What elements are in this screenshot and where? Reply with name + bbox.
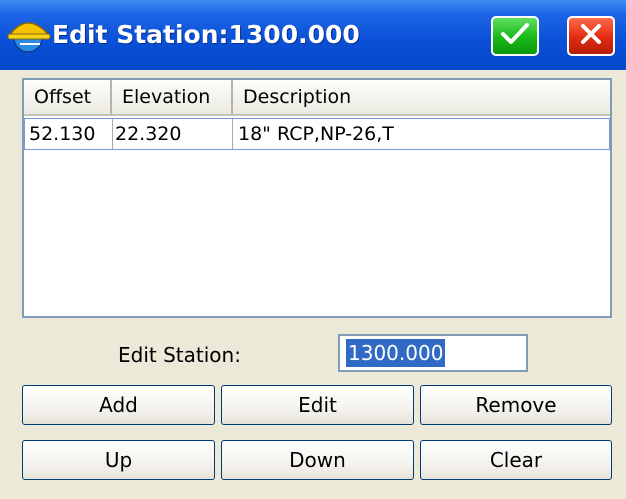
cell-divider bbox=[112, 119, 113, 149]
edit-station-input[interactable]: 1300.000 bbox=[338, 334, 528, 372]
add-button[interactable]: Add bbox=[22, 385, 215, 425]
close-button[interactable] bbox=[567, 16, 615, 56]
down-button[interactable]: Down bbox=[221, 440, 414, 480]
check-icon bbox=[500, 21, 530, 51]
cell-divider bbox=[232, 119, 233, 149]
table-row[interactable]: 52.130 22.320 18" RCP,NP-26,T bbox=[24, 118, 610, 150]
title-bar: Edit Station:1300.000 bbox=[0, 0, 626, 70]
edit-station-label: Edit Station: bbox=[118, 343, 241, 367]
column-header-offset[interactable]: Offset bbox=[24, 80, 112, 114]
station-list[interactable]: Offset Elevation Description 52.130 22.3… bbox=[22, 78, 612, 318]
cell-elevation: 22.320 bbox=[115, 123, 182, 145]
cell-description: 18" RCP,NP-26,T bbox=[238, 123, 394, 145]
edit-station-dialog: Edit Station:1300.000 Offset Elevation D… bbox=[0, 0, 626, 499]
ok-button[interactable] bbox=[491, 16, 539, 56]
up-button[interactable]: Up bbox=[22, 440, 215, 480]
edit-station-value: 1300.000 bbox=[346, 339, 446, 367]
window-title: Edit Station:1300.000 bbox=[52, 20, 360, 49]
list-header: Offset Elevation Description bbox=[24, 80, 610, 116]
column-header-description[interactable]: Description bbox=[233, 80, 610, 114]
cell-offset: 52.130 bbox=[29, 123, 96, 145]
close-icon bbox=[578, 21, 604, 51]
edit-button[interactable]: Edit bbox=[221, 385, 414, 425]
remove-button[interactable]: Remove bbox=[420, 385, 612, 425]
clear-button[interactable]: Clear bbox=[420, 440, 612, 480]
hardhat-globe-icon bbox=[6, 14, 52, 56]
column-header-elevation[interactable]: Elevation bbox=[112, 80, 233, 114]
